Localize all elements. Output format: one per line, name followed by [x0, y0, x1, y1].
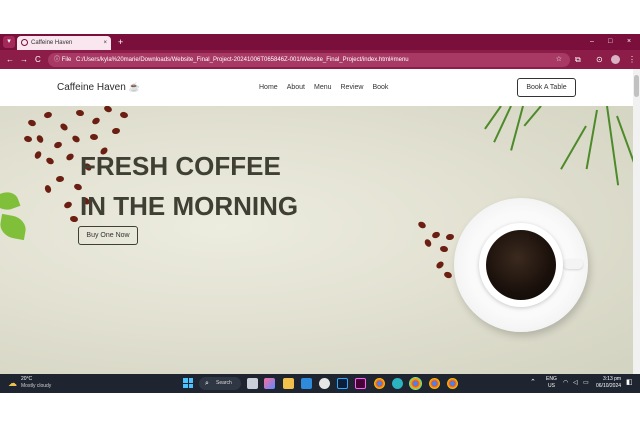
- book-table-button[interactable]: Book A Table: [517, 78, 576, 97]
- search-icon: ⌕: [205, 380, 209, 387]
- tab-search-icon[interactable]: ▾: [3, 36, 15, 48]
- task-view-icon[interactable]: [247, 378, 258, 389]
- coffee-cup-handle: [563, 259, 583, 269]
- minimize-button[interactable]: –: [590, 36, 594, 48]
- chrome-profile-icon[interactable]: [409, 377, 422, 390]
- tray-chevron-up-icon[interactable]: ⌃: [530, 377, 536, 389]
- favicon-icon: [21, 39, 28, 46]
- battery-icon[interactable]: ▭: [583, 378, 589, 388]
- buy-one-now-button[interactable]: Buy One Now: [78, 226, 138, 245]
- vscode-icon[interactable]: [301, 378, 312, 389]
- start-button[interactable]: [183, 378, 193, 388]
- back-button[interactable]: ←: [6, 53, 14, 66]
- profile-avatar[interactable]: [611, 55, 620, 64]
- forward-button[interactable]: →: [20, 53, 28, 66]
- downloads-icon[interactable]: ⊙: [596, 53, 603, 66]
- hero-title-line2: IN THE MORNING: [80, 191, 299, 221]
- weather-description[interactable]: Mostly cloudy: [21, 383, 51, 390]
- weather-cloud-icon[interactable]: ☁: [8, 377, 17, 389]
- hero-title-line1: FRESH COFFEE: [80, 151, 281, 181]
- browser-toolbar: ← → C ⓘ File C:/Users/kyla%20marie/Downl…: [0, 50, 640, 69]
- tab-close-icon[interactable]: ×: [103, 38, 107, 48]
- hero-title: FRESH COFFEE IN THE MORNING: [80, 146, 298, 226]
- volume-icon[interactable]: ◁: [573, 378, 578, 388]
- notification-bell-icon[interactable]: ◧: [626, 378, 633, 388]
- maximize-button[interactable]: □: [608, 36, 612, 48]
- site-logo[interactable]: Caffeine Haven ☕: [57, 81, 140, 94]
- search-label: Search: [216, 380, 232, 386]
- url-text[interactable]: C:/Users/kyla%20marie/Downloads/Website_…: [76, 54, 409, 66]
- new-tab-button[interactable]: +: [118, 36, 123, 48]
- chrome-icon[interactable]: [374, 378, 385, 389]
- nav-menu[interactable]: Menu: [314, 83, 332, 93]
- chrome-profile-3-icon[interactable]: [447, 378, 458, 389]
- leaf-decoration-left: [0, 188, 21, 214]
- hero-section: FRESH COFFEE IN THE MORNING Buy One Now: [0, 106, 633, 374]
- edge-icon[interactable]: [392, 378, 403, 389]
- scrollbar-thumb[interactable]: [634, 75, 639, 97]
- weather-temperature[interactable]: 20°C: [21, 376, 32, 383]
- page-scrollbar[interactable]: [633, 69, 640, 374]
- clock-time[interactable]: 3:13 pm: [603, 376, 621, 383]
- site-info-button[interactable]: ⓘ File: [54, 54, 71, 66]
- copilot-icon[interactable]: [264, 378, 275, 389]
- clock-date[interactable]: 06/10/2024: [596, 383, 621, 390]
- nav-book[interactable]: Book: [372, 83, 388, 93]
- site-header: Caffeine Haven ☕ Home About Menu Review …: [0, 69, 633, 106]
- file-explorer-icon[interactable]: [283, 378, 294, 389]
- leaf-decoration-left-2: [0, 213, 28, 241]
- close-window-button[interactable]: ×: [627, 36, 631, 48]
- site-nav: Home About Menu Review Book: [259, 83, 388, 93]
- reload-button[interactable]: C: [35, 53, 41, 66]
- tab-caffeine-haven[interactable]: Caffeine Haven ×: [17, 36, 111, 50]
- language-indicator[interactable]: ENG: [546, 376, 557, 383]
- coffee-liquid: [486, 230, 556, 300]
- browser-menu-icon[interactable]: ⋮: [628, 53, 636, 66]
- coffee-cup-icon: ☕: [128, 82, 140, 92]
- bookmark-star-icon[interactable]: ☆: [556, 54, 562, 66]
- windows-taskbar: ☁ 20°C Mostly cloudy ⌕ Search ⌃ ENG US ◠…: [0, 374, 640, 393]
- adobe-xd-icon[interactable]: [355, 378, 366, 389]
- language-region[interactable]: US: [548, 383, 555, 390]
- app-a-icon[interactable]: [319, 378, 330, 389]
- nav-review[interactable]: Review: [341, 83, 364, 93]
- nav-about[interactable]: About: [287, 83, 305, 93]
- browser-tab-strip: ▾ Caffeine Haven × + – □ ×: [0, 34, 640, 50]
- nav-home[interactable]: Home: [259, 83, 278, 93]
- screen: ▾ Caffeine Haven × + – □ × ← → C ⓘ File …: [0, 0, 640, 427]
- tab-title: Caffeine Haven: [31, 40, 73, 46]
- photoshop-icon[interactable]: [337, 378, 348, 389]
- taskbar-search[interactable]: ⌕ Search: [199, 377, 241, 390]
- logo-text: Caffeine Haven: [57, 82, 126, 93]
- wifi-icon[interactable]: ◠: [563, 378, 568, 388]
- extensions-icon[interactable]: ⧉: [575, 53, 581, 66]
- address-bar[interactable]: ⓘ File C:/Users/kyla%20marie/Downloads/W…: [48, 53, 570, 67]
- chrome-profile-2-icon[interactable]: [429, 378, 440, 389]
